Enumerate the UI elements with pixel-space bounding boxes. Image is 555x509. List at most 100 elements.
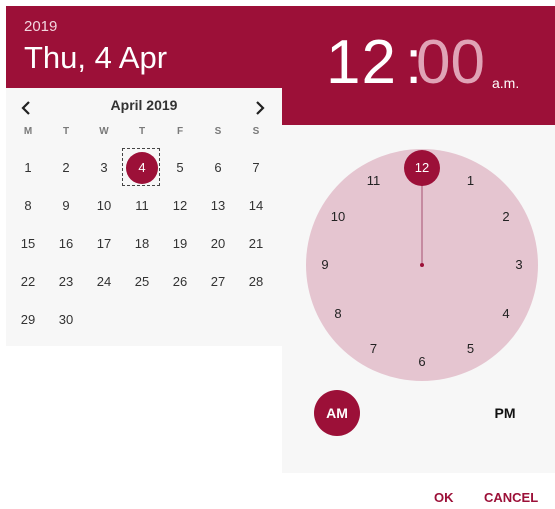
calendar-day[interactable]: 19	[164, 228, 196, 260]
day-number: 20	[210, 236, 226, 251]
day-number: 13	[210, 198, 226, 213]
clock-hour[interactable]: 1	[459, 169, 483, 193]
clock-hour[interactable]: 3	[507, 253, 531, 277]
hour-number: 6	[418, 354, 426, 369]
day-number: 9	[62, 198, 70, 213]
hour-number: 5	[466, 341, 475, 356]
calendar-day[interactable]: 30	[50, 304, 82, 336]
clock-hour[interactable]: 2	[494, 205, 518, 229]
month-label[interactable]: April 2019	[6, 97, 282, 113]
day-number: 23	[58, 274, 74, 289]
weekday-label: S	[252, 126, 260, 137]
hour-number: 3	[515, 257, 523, 272]
day-number: 11	[135, 198, 149, 213]
clock-hour[interactable]: 9	[313, 253, 337, 277]
day-number: 1	[24, 160, 32, 175]
day-number: 30	[58, 312, 74, 327]
ampm-display[interactable]: a.m.	[492, 75, 519, 91]
hour-number: 2	[502, 208, 510, 224]
calendar-day[interactable]: 16	[50, 228, 82, 260]
day-number: 6	[214, 160, 222, 175]
calendar-day[interactable]: 2	[50, 152, 82, 184]
calendar-day[interactable]: 4	[122, 148, 160, 186]
calendar-day[interactable]: 12	[164, 190, 196, 222]
hour-number: 1	[466, 172, 475, 188]
calendar-day[interactable]: 7	[240, 152, 272, 184]
day-number: 19	[172, 236, 188, 251]
calendar-day[interactable]: 5	[164, 152, 196, 184]
clock-hour[interactable]: 11	[362, 169, 386, 193]
minutes-display[interactable]: 00	[416, 32, 485, 94]
calendar-day[interactable]: 24	[88, 266, 120, 298]
clock-hour[interactable]: 6	[410, 350, 434, 374]
calendar-day[interactable]: 3	[88, 152, 120, 184]
calendar-day[interactable]: 28	[240, 266, 272, 298]
day-number: 5	[176, 160, 184, 175]
day-number: 29	[20, 312, 36, 327]
calendar-day[interactable]: 9	[50, 190, 82, 222]
day-number: 12	[172, 198, 188, 213]
next-month-button[interactable]	[250, 98, 270, 118]
calendar-day[interactable]: 6	[202, 152, 234, 184]
day-number: 15	[20, 236, 36, 251]
day-number: 24	[96, 274, 112, 289]
hour-number: 9	[321, 257, 329, 272]
calendar-day[interactable]: 8	[12, 190, 44, 222]
day-number: 22	[20, 274, 36, 289]
calendar-day[interactable]: 25	[126, 266, 158, 298]
clock-hour[interactable]: 12	[404, 150, 440, 186]
calendar-day[interactable]: 15	[12, 228, 44, 260]
calendar-day[interactable]: 26	[164, 266, 196, 298]
calendar-day[interactable]: 10	[88, 190, 120, 222]
calendar-day[interactable]: 11	[126, 190, 158, 222]
calendar-day[interactable]: 20	[202, 228, 234, 260]
clock-hour[interactable]: 10	[326, 205, 350, 229]
hour-number: 12	[414, 160, 430, 175]
day-number: 10	[96, 198, 112, 213]
day-number: 26	[172, 274, 188, 289]
calendar-panel: April 2019 MTWTFSS 1 2 3 4 5 6 7 8 9 10 11 12 13 14 15…	[6, 88, 282, 346]
day-number: 25	[134, 274, 150, 289]
day-number: 16	[58, 236, 74, 251]
weekday-label: S	[214, 126, 222, 137]
weekday-label: M	[23, 126, 33, 137]
hours-display[interactable]: 12	[326, 32, 397, 94]
clock-hand	[421, 185, 423, 263]
calendar-day[interactable]: 22	[12, 266, 44, 298]
calendar-day[interactable]: 14	[240, 190, 272, 222]
day-number: 28	[248, 274, 264, 289]
calendar-day[interactable]: 1	[12, 152, 44, 184]
cancel-button[interactable]: CANCEL	[484, 490, 538, 505]
clock-hour[interactable]: 7	[362, 337, 386, 361]
pm-button[interactable]: PM	[482, 390, 528, 436]
am-button[interactable]: AM	[314, 390, 360, 436]
calendar-day[interactable]: 13	[202, 190, 234, 222]
calendar-day[interactable]: 23	[50, 266, 82, 298]
weekday-label: T	[138, 126, 146, 137]
year-label[interactable]: 2019	[24, 18, 57, 35]
hour-number: 7	[369, 341, 378, 356]
clock-hour[interactable]: 4	[494, 302, 518, 326]
clock-hour[interactable]: 5	[459, 337, 483, 361]
ok-button[interactable]: OK	[434, 490, 454, 505]
hour-number: 10	[330, 208, 346, 224]
calendar-day[interactable]: 21	[240, 228, 272, 260]
calendar-day[interactable]: 18	[126, 228, 158, 260]
clock-hour[interactable]: 8	[326, 302, 350, 326]
chevron-right-icon	[256, 101, 265, 115]
day-number: 14	[248, 198, 264, 213]
hour-number: 11	[366, 172, 381, 188]
calendar-day[interactable]: 29	[12, 304, 44, 336]
day-number: 17	[96, 236, 112, 251]
weekday-header: MTWTFSS	[6, 126, 282, 140]
clock-center	[420, 263, 424, 267]
calendar-day[interactable]: 27	[202, 266, 234, 298]
day-number: 2	[62, 160, 70, 175]
hour-number: 4	[502, 305, 510, 321]
calendar-day[interactable]: 17	[88, 228, 120, 260]
selected-date-title[interactable]: Thu, 4 Apr	[24, 40, 167, 76]
time-header: 12 : 00 a.m.	[282, 6, 555, 125]
weekday-label: F	[176, 126, 184, 137]
day-number: 18	[134, 236, 150, 251]
day-number: 21	[248, 236, 264, 251]
